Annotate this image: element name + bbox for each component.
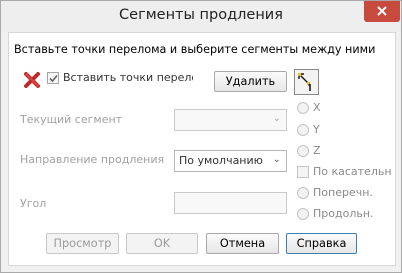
direction-select[interactable]: По умолчанию ⌄	[174, 150, 287, 172]
radio-x[interactable]	[297, 102, 309, 114]
red-x-icon[interactable]	[22, 70, 42, 90]
title-bar: Сегменты продления	[1, 1, 401, 32]
preview-button[interactable]: Просмотр	[46, 233, 119, 254]
radio-y-label: Y	[313, 123, 320, 136]
current-segment-select[interactable]: ⌄	[174, 109, 287, 131]
radio-x-label: X	[313, 101, 321, 114]
dialog-title: Сегменты продления	[119, 7, 283, 23]
tangent-checkbox[interactable]	[297, 166, 309, 178]
insert-points-checkbox[interactable]	[47, 72, 59, 84]
delete-button[interactable]: Удалить	[214, 71, 287, 92]
ok-button[interactable]: OK	[126, 233, 198, 254]
direction-value: По умолчанию	[179, 154, 263, 167]
content-panel	[8, 32, 396, 266]
radio-transverse[interactable]	[297, 187, 309, 199]
cancel-button[interactable]: Отмена	[206, 233, 279, 254]
angle-input[interactable]	[174, 192, 287, 214]
close-button[interactable]	[364, 1, 400, 22]
direction-label: Направление продления	[20, 153, 165, 166]
current-segment-label: Текущий сегмент	[20, 113, 123, 126]
pick-point-button[interactable]	[294, 69, 319, 95]
dialog-window: Сегменты продления Вставьте точки перело…	[0, 0, 402, 273]
angle-label: Угол	[20, 197, 47, 210]
close-icon	[377, 6, 387, 16]
radio-longitudinal-label: Продольн.	[313, 207, 374, 220]
pick-point-icon	[298, 73, 311, 91]
radio-z-label: Z	[313, 144, 321, 157]
chevron-down-icon: ⌄	[272, 113, 281, 124]
tangent-label: По касательн	[313, 165, 391, 178]
help-button[interactable]: Справка	[286, 233, 357, 254]
radio-y[interactable]	[297, 124, 309, 136]
instruction-text: Вставьте точки перелома и выберите сегме…	[14, 43, 376, 56]
radio-z[interactable]	[297, 145, 309, 157]
insert-points-label: Вставить точки перелома	[63, 71, 193, 84]
checkmark-icon	[49, 74, 58, 83]
radio-transverse-label: Поперечн.	[313, 186, 373, 199]
chevron-down-icon: ⌄	[272, 154, 281, 165]
radio-longitudinal[interactable]	[297, 208, 309, 220]
